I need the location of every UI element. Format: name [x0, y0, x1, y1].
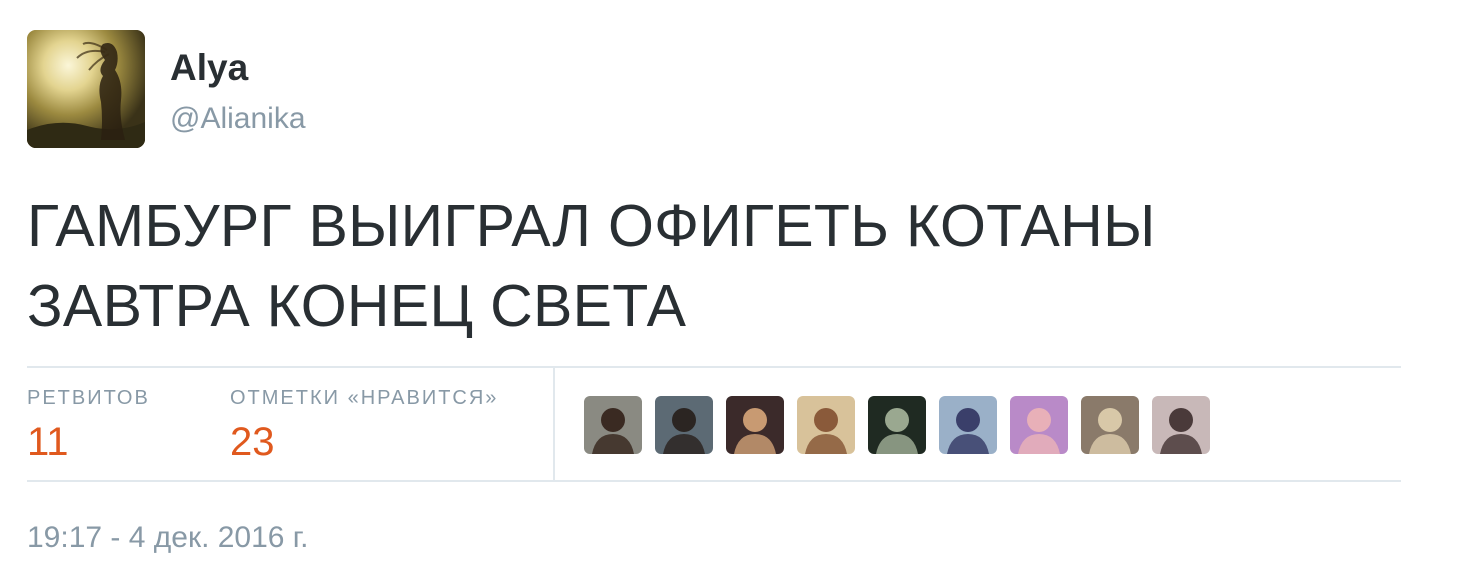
liker-avatar-6[interactable] — [939, 396, 997, 454]
liker-avatar-2[interactable] — [655, 396, 713, 454]
tweet-header: Alya @Alianika — [27, 28, 727, 148]
likes-label: ОТМЕТКИ «НРАВИТСЯ» — [230, 387, 499, 409]
stats-divider — [553, 368, 555, 480]
likes-count: 23 — [230, 420, 275, 464]
avatar-image — [1081, 396, 1139, 454]
retweets-count: 11 — [27, 420, 69, 464]
avatar-image — [655, 396, 713, 454]
likes-stat[interactable]: ОТМЕТКИ «НРАВИТСЯ» 23 — [230, 384, 498, 470]
tweet-text-line: ГАМБУРГ ВЫИГРАЛ ОФИГЕТЬ КОТАНЫ — [27, 193, 1156, 259]
tweet-stats: РЕТВИТОВ 11 ОТМЕТКИ «НРАВИТСЯ» 23 — [27, 366, 1401, 482]
tweet-text: ГАМБУРГ ВЫИГРАЛ ОФИГЕТЬ КОТАНЫ ЗАВТРА КО… — [27, 186, 1367, 346]
display-name[interactable]: Alya — [170, 46, 248, 90]
tweet-text-line: ЗАВТРА КОНЕЦ СВЕТА — [27, 273, 687, 339]
liker-avatar-4[interactable] — [797, 396, 855, 454]
avatar-image — [939, 396, 997, 454]
liker-avatar-8[interactable] — [1081, 396, 1139, 454]
liker-avatar-3[interactable] — [726, 396, 784, 454]
avatar-image — [1152, 396, 1210, 454]
retweets-label: РЕТВИТОВ — [27, 387, 150, 409]
avatar-image — [868, 396, 926, 454]
liker-avatar-5[interactable] — [868, 396, 926, 454]
liker-avatar-7[interactable] — [1010, 396, 1068, 454]
tweet-timestamp[interactable]: 19:17 - 4 дек. 2016 г. — [27, 518, 308, 558]
liker-avatar-9[interactable] — [1152, 396, 1210, 454]
avatar-image — [27, 30, 145, 148]
liker-avatar-1[interactable] — [584, 396, 642, 454]
avatar-image — [726, 396, 784, 454]
user-avatar[interactable] — [27, 30, 145, 148]
avatar-image — [1010, 396, 1068, 454]
screen-name[interactable]: @Alianika — [170, 101, 306, 137]
tweet-card: Alya @Alianika ГАМБУРГ ВЫИГРАЛ ОФИГЕТЬ К… — [27, 28, 1401, 568]
avatar-image — [584, 396, 642, 454]
retweets-stat[interactable]: РЕТВИТОВ 11 — [27, 384, 150, 470]
avatar-image — [797, 396, 855, 454]
